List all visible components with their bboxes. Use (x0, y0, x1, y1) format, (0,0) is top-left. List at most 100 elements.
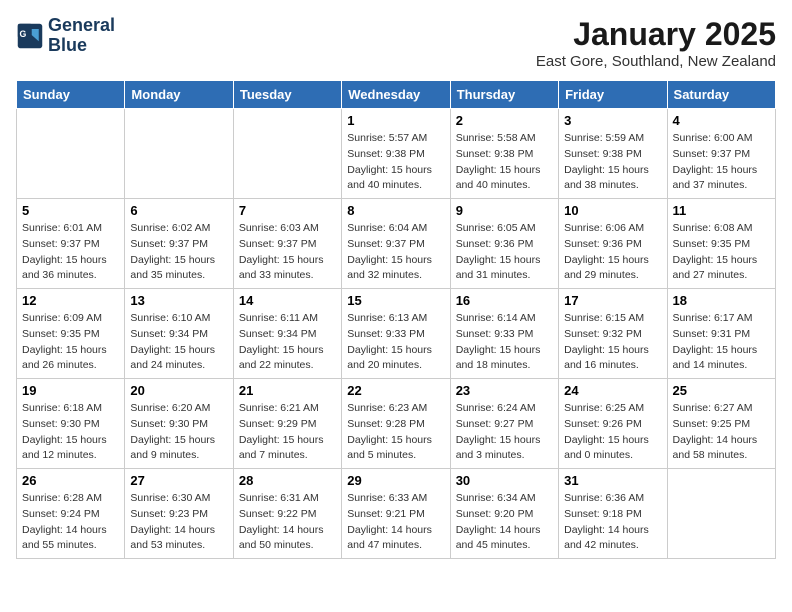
week-row-2: 5Sunrise: 6:01 AMSunset: 9:37 PMDaylight… (17, 199, 776, 289)
day-info: Sunrise: 6:18 AMSunset: 9:30 PMDaylight:… (22, 401, 119, 464)
day-cell: 1Sunrise: 5:57 AMSunset: 9:38 PMDaylight… (342, 109, 450, 199)
day-number: 9 (456, 203, 553, 218)
day-cell: 11 Sunrise: 6:08 AMSunset: 9:35 PMDayligh… (667, 199, 775, 289)
day-info: Sunrise: 6:17 AMSunset: 9:31 PMDaylight:… (673, 311, 770, 374)
day-number: 27 (130, 473, 227, 488)
location: East Gore, Southland, New Zealand (536, 53, 776, 70)
day-info: Sunrise: 6:24 AMSunset: 9:27 PMDaylight:… (456, 401, 553, 464)
day-info: Sunrise: 6:36 AMSunset: 9:18 PMDaylight:… (564, 491, 661, 554)
day-info: Sunrise: 6:00 AMSunset: 9:37 PMDaylight:… (673, 131, 770, 194)
day-number: 15 (347, 293, 444, 308)
day-cell: 9 Sunrise: 6:05 AMSunset: 9:36 PMDaylight… (450, 199, 558, 289)
day-info: Sunrise: 6:08 AMSunset: 9:35 PMDaylight:… (673, 221, 770, 284)
day-cell (17, 109, 125, 199)
day-number: 26 (22, 473, 119, 488)
day-number: 31 (564, 473, 661, 488)
day-number: 19 (22, 383, 119, 398)
day-cell: 21Sunrise: 6:21 AMSunset: 9:29 PMDayligh… (233, 379, 341, 469)
day-info: Sunrise: 6:14 AMSunset: 9:33 PMDaylight:… (456, 311, 553, 374)
header-saturday: Saturday (667, 81, 775, 109)
header-wednesday: Wednesday (342, 81, 450, 109)
logo-line1: General (48, 16, 115, 36)
day-info: Sunrise: 6:21 AMSunset: 9:29 PMDaylight:… (239, 401, 336, 464)
day-info: Sunrise: 6:30 AMSunset: 9:23 PMDaylight:… (130, 491, 227, 554)
day-cell: 8 Sunrise: 6:04 AMSunset: 9:37 PMDaylight… (342, 199, 450, 289)
day-info: Sunrise: 6:15 AMSunset: 9:32 PMDaylight:… (564, 311, 661, 374)
calendar-table: SundayMondayTuesdayWednesdayThursdayFrid… (16, 80, 776, 559)
day-number: 13 (130, 293, 227, 308)
day-info: Sunrise: 6:23 AMSunset: 9:28 PMDaylight:… (347, 401, 444, 464)
day-cell: 17 Sunrise: 6:15 AMSunset: 9:32 PMDayligh… (559, 289, 667, 379)
day-number: 3 (564, 113, 661, 128)
day-info: Sunrise: 5:57 AMSunset: 9:38 PMDaylight:… (347, 131, 444, 194)
day-cell: 10 Sunrise: 6:06 AMSunset: 9:36 PMDayligh… (559, 199, 667, 289)
day-cell: 7 Sunrise: 6:03 AMSunset: 9:37 PMDaylight… (233, 199, 341, 289)
day-cell: 25Sunrise: 6:27 AMSunset: 9:25 PMDayligh… (667, 379, 775, 469)
day-cell: 29 Sunrise: 6:33 AMSunset: 9:21 PMDayligh… (342, 469, 450, 559)
day-info: Sunrise: 6:10 AMSunset: 9:34 PMDaylight:… (130, 311, 227, 374)
day-number: 7 (239, 203, 336, 218)
day-info: Sunrise: 6:06 AMSunset: 9:36 PMDaylight:… (564, 221, 661, 284)
day-number: 18 (673, 293, 770, 308)
day-number: 6 (130, 203, 227, 218)
header-tuesday: Tuesday (233, 81, 341, 109)
day-cell: 2Sunrise: 5:58 AMSunset: 9:38 PMDaylight… (450, 109, 558, 199)
day-number: 29 (347, 473, 444, 488)
logo: G General Blue (16, 16, 115, 56)
day-info: Sunrise: 6:02 AMSunset: 9:37 PMDaylight:… (130, 221, 227, 284)
week-row-1: 1Sunrise: 5:57 AMSunset: 9:38 PMDaylight… (17, 109, 776, 199)
day-cell: 15 Sunrise: 6:13 AMSunset: 9:33 PMDayligh… (342, 289, 450, 379)
week-row-5: 26 Sunrise: 6:28 AMSunset: 9:24 PMDayligh… (17, 469, 776, 559)
day-cell (667, 469, 775, 559)
day-cell: 18 Sunrise: 6:17 AMSunset: 9:31 PMDayligh… (667, 289, 775, 379)
month-title: January 2025 (536, 16, 776, 53)
day-cell: 12 Sunrise: 6:09 AMSunset: 9:35 PMDayligh… (17, 289, 125, 379)
header-friday: Friday (559, 81, 667, 109)
day-info: Sunrise: 6:13 AMSunset: 9:33 PMDaylight:… (347, 311, 444, 374)
week-row-4: 19 Sunrise: 6:18 AMSunset: 9:30 PMDayligh… (17, 379, 776, 469)
day-info: Sunrise: 6:31 AMSunset: 9:22 PMDaylight:… (239, 491, 336, 554)
day-info: Sunrise: 6:25 AMSunset: 9:26 PMDaylight:… (564, 401, 661, 464)
day-cell: 19 Sunrise: 6:18 AMSunset: 9:30 PMDayligh… (17, 379, 125, 469)
header-sunday: Sunday (17, 81, 125, 109)
header-monday: Monday (125, 81, 233, 109)
week-row-3: 12 Sunrise: 6:09 AMSunset: 9:35 PMDayligh… (17, 289, 776, 379)
day-number: 25 (673, 383, 770, 398)
day-cell: 31 Sunrise: 6:36 AMSunset: 9:18 PMDayligh… (559, 469, 667, 559)
day-info: Sunrise: 6:33 AMSunset: 9:21 PMDaylight:… (347, 491, 444, 554)
day-info: Sunrise: 6:11 AMSunset: 9:34 PMDaylight:… (239, 311, 336, 374)
day-number: 24 (564, 383, 661, 398)
day-cell: 26 Sunrise: 6:28 AMSunset: 9:24 PMDayligh… (17, 469, 125, 559)
day-info: Sunrise: 6:34 AMSunset: 9:20 PMDaylight:… (456, 491, 553, 554)
day-number: 28 (239, 473, 336, 488)
day-info: Sunrise: 6:09 AMSunset: 9:35 PMDaylight:… (22, 311, 119, 374)
header-thursday: Thursday (450, 81, 558, 109)
day-info: Sunrise: 6:05 AMSunset: 9:36 PMDaylight:… (456, 221, 553, 284)
day-number: 20 (130, 383, 227, 398)
day-info: Sunrise: 6:03 AMSunset: 9:37 PMDaylight:… (239, 221, 336, 284)
day-cell: 23 Sunrise: 6:24 AMSunset: 9:27 PMDayligh… (450, 379, 558, 469)
day-number: 11 (673, 203, 770, 218)
day-number: 30 (456, 473, 553, 488)
day-number: 10 (564, 203, 661, 218)
day-number: 8 (347, 203, 444, 218)
day-number: 16 (456, 293, 553, 308)
day-cell: 28 Sunrise: 6:31 AMSunset: 9:22 PMDayligh… (233, 469, 341, 559)
day-info: Sunrise: 6:20 AMSunset: 9:30 PMDaylight:… (130, 401, 227, 464)
day-info: Sunrise: 6:04 AMSunset: 9:37 PMDaylight:… (347, 221, 444, 284)
day-cell: 5Sunrise: 6:01 AMSunset: 9:37 PMDaylight… (17, 199, 125, 289)
logo-line2: Blue (48, 36, 115, 56)
day-cell (125, 109, 233, 199)
day-number: 23 (456, 383, 553, 398)
day-cell: 4Sunrise: 6:00 AMSunset: 9:37 PMDaylight… (667, 109, 775, 199)
day-number: 17 (564, 293, 661, 308)
header-row: SundayMondayTuesdayWednesdayThursdayFrid… (17, 81, 776, 109)
day-cell: 30 Sunrise: 6:34 AMSunset: 9:20 PMDayligh… (450, 469, 558, 559)
day-number: 12 (22, 293, 119, 308)
day-number: 14 (239, 293, 336, 308)
day-info: Sunrise: 6:28 AMSunset: 9:24 PMDaylight:… (22, 491, 119, 554)
day-info: Sunrise: 5:59 AMSunset: 9:38 PMDaylight:… (564, 131, 661, 194)
day-cell (233, 109, 341, 199)
day-info: Sunrise: 6:01 AMSunset: 9:37 PMDaylight:… (22, 221, 119, 284)
day-cell: 14 Sunrise: 6:11 AMSunset: 9:34 PMDayligh… (233, 289, 341, 379)
